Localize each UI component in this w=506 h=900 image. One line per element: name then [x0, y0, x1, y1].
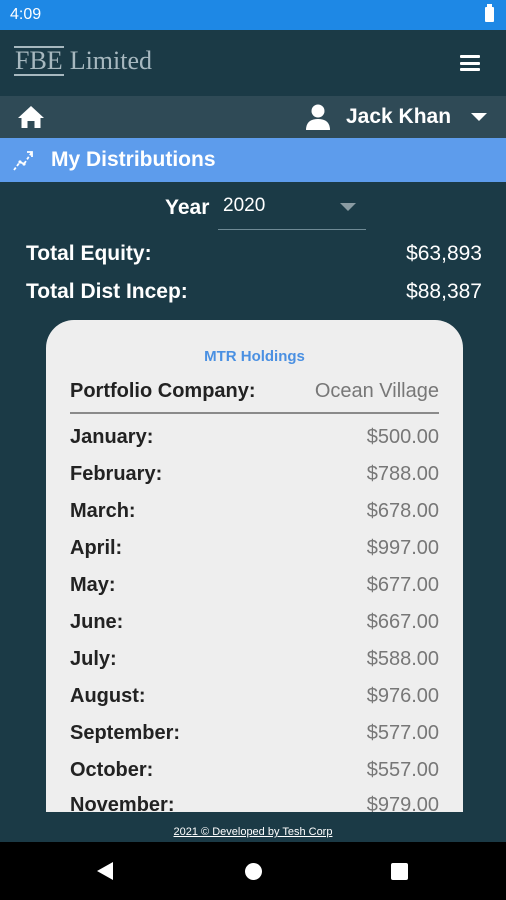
app-bar: FBE Limited	[0, 30, 506, 96]
month-label: July:	[70, 648, 117, 670]
portfolio-label: Portfolio Company:	[70, 380, 256, 402]
month-row: November: $979.00	[70, 794, 439, 812]
user-name[interactable]: Jack Khan	[346, 105, 451, 129]
month-label: February:	[70, 463, 163, 485]
dropdown-arrow-icon	[340, 203, 356, 211]
total-dist-value: $88,387	[406, 280, 482, 303]
logo-primary: FBE	[14, 46, 64, 76]
system-nav-bar	[0, 842, 506, 900]
month-amount: $678.00	[366, 500, 439, 522]
month-amount: $997.00	[366, 537, 439, 559]
holding-name: MTR Holdings	[204, 348, 305, 365]
person-icon[interactable]	[304, 103, 332, 131]
home-circle-icon[interactable]	[245, 863, 262, 880]
total-equity-label: Total Equity:	[26, 242, 152, 265]
user-bar: Jack Khan	[0, 96, 506, 138]
logo-secondary: Limited	[69, 46, 153, 75]
month-row: June: $667.00	[70, 611, 439, 641]
month-row: January: $500.00	[70, 426, 439, 456]
month-amount: $577.00	[366, 722, 439, 744]
month-amount: $500.00	[366, 426, 439, 448]
month-label: October:	[70, 759, 154, 781]
footer-credit-link[interactable]: 2021 © Developed by Tesh Corp	[0, 826, 506, 838]
month-row: May: $677.00	[70, 574, 439, 604]
year-label: Year	[165, 196, 210, 219]
month-amount: $557.00	[366, 759, 439, 781]
month-amount: $667.00	[366, 611, 439, 633]
portfolio-company-row: Portfolio Company: Ocean Village	[70, 378, 439, 414]
month-amount: $588.00	[366, 648, 439, 670]
month-row: September: $577.00	[70, 722, 439, 752]
month-row: April: $997.00	[70, 537, 439, 567]
month-label: November:	[70, 794, 175, 812]
total-equity-value: $63,893	[406, 242, 482, 265]
month-row: August: $976.00	[70, 685, 439, 715]
distribution-icon	[13, 151, 33, 171]
month-row: October: $557.00	[70, 759, 439, 789]
month-amount: $677.00	[366, 574, 439, 596]
chevron-down-icon[interactable]	[471, 113, 487, 121]
year-dropdown[interactable]: 2020	[218, 188, 366, 230]
month-label: June:	[70, 611, 124, 633]
month-label: August:	[70, 685, 146, 707]
month-amount: $976.00	[366, 685, 439, 707]
month-label: May:	[70, 574, 116, 596]
month-row: February: $788.00	[70, 463, 439, 493]
total-dist-label: Total Dist Incep:	[26, 280, 188, 303]
month-row: July: $588.00	[70, 648, 439, 678]
hamburger-menu-icon[interactable]	[460, 55, 480, 71]
year-value: 2020	[223, 195, 266, 216]
month-amount: $979.00	[366, 794, 439, 812]
month-amount: $788.00	[366, 463, 439, 485]
home-icon[interactable]	[16, 104, 46, 130]
status-time: 4:09	[10, 6, 42, 23]
month-label: April:	[70, 537, 123, 559]
month-row: March: $678.00	[70, 500, 439, 530]
section-title: My Distributions	[51, 148, 216, 171]
back-icon[interactable]	[97, 862, 113, 880]
status-bar: 4:09	[0, 0, 506, 30]
recents-icon[interactable]	[391, 863, 408, 880]
month-label: March:	[70, 500, 136, 522]
month-label: September:	[70, 722, 181, 744]
battery-icon	[485, 4, 494, 22]
distribution-card[interactable]: MTR Holdings Portfolio Company: Ocean Vi…	[46, 320, 463, 812]
month-label: January:	[70, 426, 154, 448]
section-header: My Distributions	[0, 138, 506, 182]
app-logo: FBE Limited	[14, 46, 152, 76]
portfolio-value: Ocean Village	[314, 380, 439, 402]
